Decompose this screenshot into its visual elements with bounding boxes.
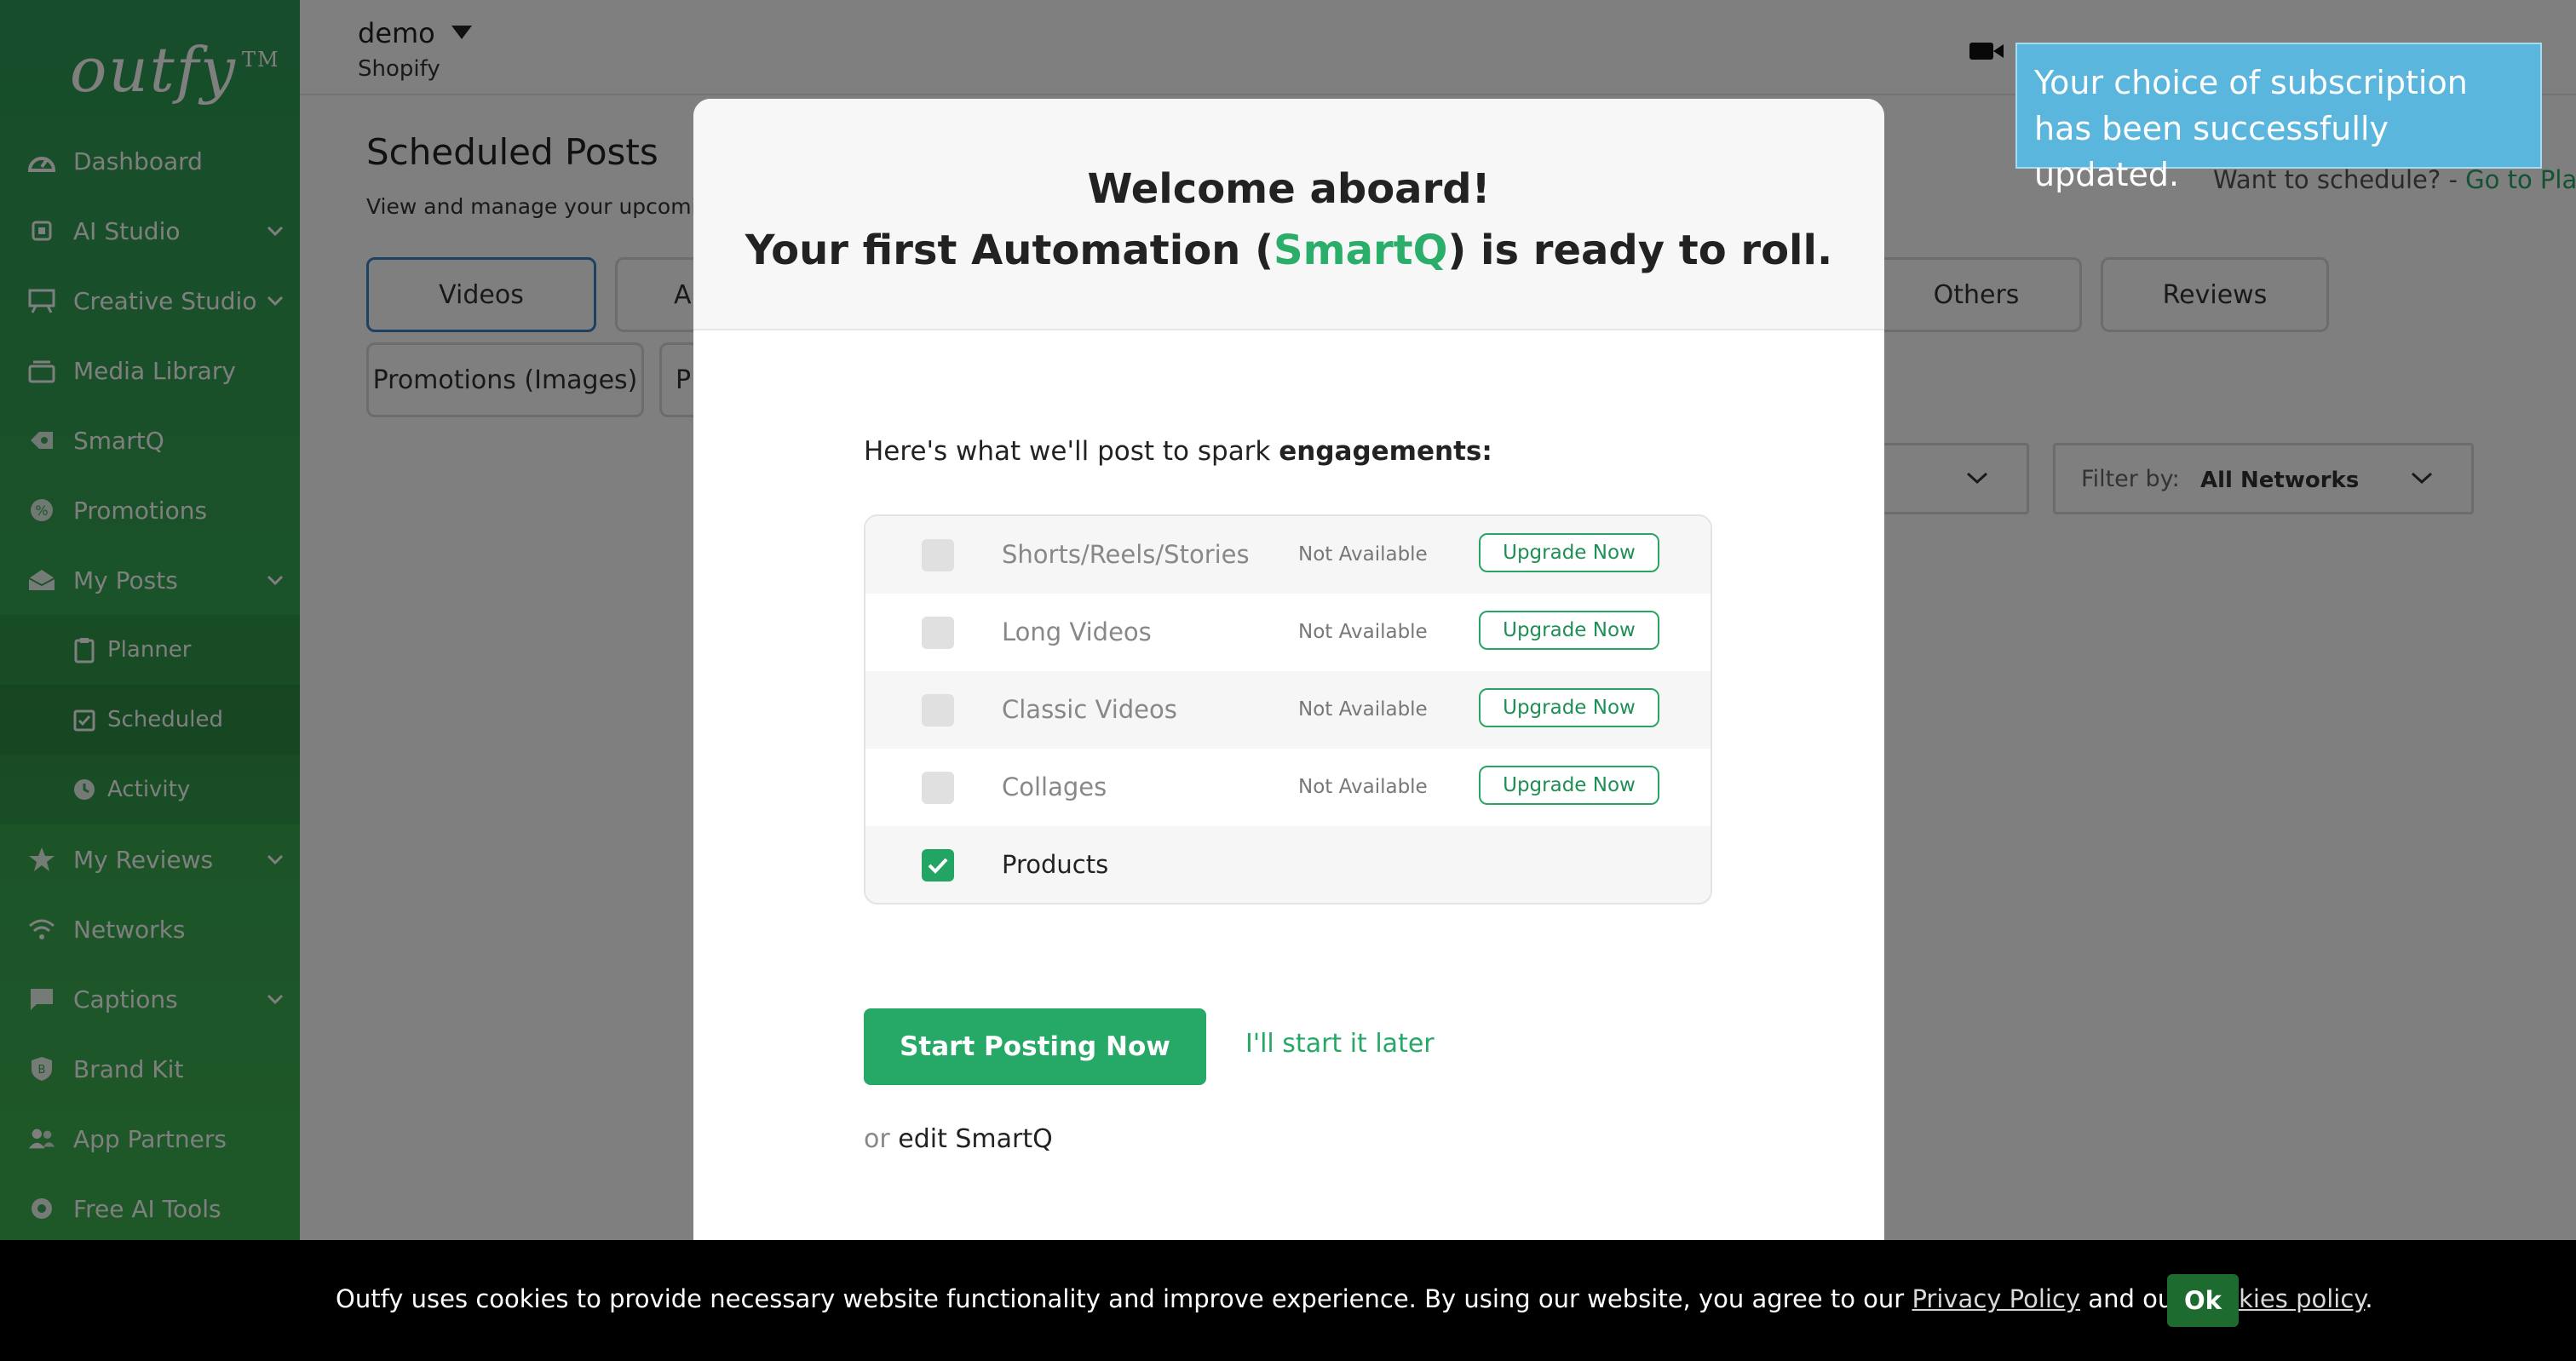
edit-smartq-text: or edit SmartQ <box>864 1124 1053 1154</box>
list-item: Classic Videos Not Available Upgrade Now <box>865 671 1711 749</box>
checkbox-checked[interactable] <box>922 849 954 881</box>
modal-title: Welcome aboard! <box>1087 165 1491 213</box>
upgrade-now-button[interactable]: Upgrade Now <box>1479 688 1659 727</box>
list-item: Long Videos Not Available Upgrade Now <box>865 594 1711 671</box>
edit-smartq-link[interactable]: edit SmartQ <box>898 1124 1053 1154</box>
checkbox[interactable] <box>922 539 954 571</box>
engagement-intro: Here's what we'll post to spark engageme… <box>864 436 1492 467</box>
list-item: Collages Not Available Upgrade Now <box>865 749 1711 826</box>
checkmark-icon <box>928 858 948 874</box>
privacy-policy-link[interactable]: Privacy Policy <box>1912 1284 2080 1313</box>
list-item: Products <box>865 826 1711 903</box>
list-item: Shorts/Reels/Stories Not Available Upgra… <box>865 516 1711 594</box>
status-text: Not Available <box>1298 543 1428 566</box>
status-text: Not Available <box>1298 776 1428 798</box>
modal-header: Welcome aboard! Your first Automation (S… <box>693 99 1884 330</box>
welcome-modal: Welcome aboard! Your first Automation (S… <box>693 99 1884 1361</box>
cookie-text: Outfy uses cookies to provide necessary … <box>336 1284 2373 1313</box>
checkbox[interactable] <box>922 772 954 804</box>
start-posting-button[interactable]: Start Posting Now <box>864 1008 1206 1085</box>
cookie-banner: Outfy uses cookies to provide necessary … <box>0 1240 2576 1361</box>
status-text: Not Available <box>1298 621 1428 643</box>
post-type-list: Shorts/Reels/Stories Not Available Upgra… <box>864 514 1712 904</box>
upgrade-now-button[interactable]: Upgrade Now <box>1479 533 1659 572</box>
start-later-link[interactable]: I'll start it later <box>1245 1029 1435 1059</box>
checkbox[interactable] <box>922 694 954 726</box>
checkbox[interactable] <box>922 617 954 649</box>
cookie-ok-button[interactable]: Ok <box>2167 1274 2239 1327</box>
status-text: Not Available <box>1298 698 1428 721</box>
upgrade-now-button[interactable]: Upgrade Now <box>1479 611 1659 650</box>
modal-subtitle: Your first Automation (SmartQ) is ready … <box>745 227 1833 274</box>
upgrade-now-button[interactable]: Upgrade Now <box>1479 766 1659 805</box>
success-toast: Your choice of subscription has been suc… <box>2015 43 2542 193</box>
